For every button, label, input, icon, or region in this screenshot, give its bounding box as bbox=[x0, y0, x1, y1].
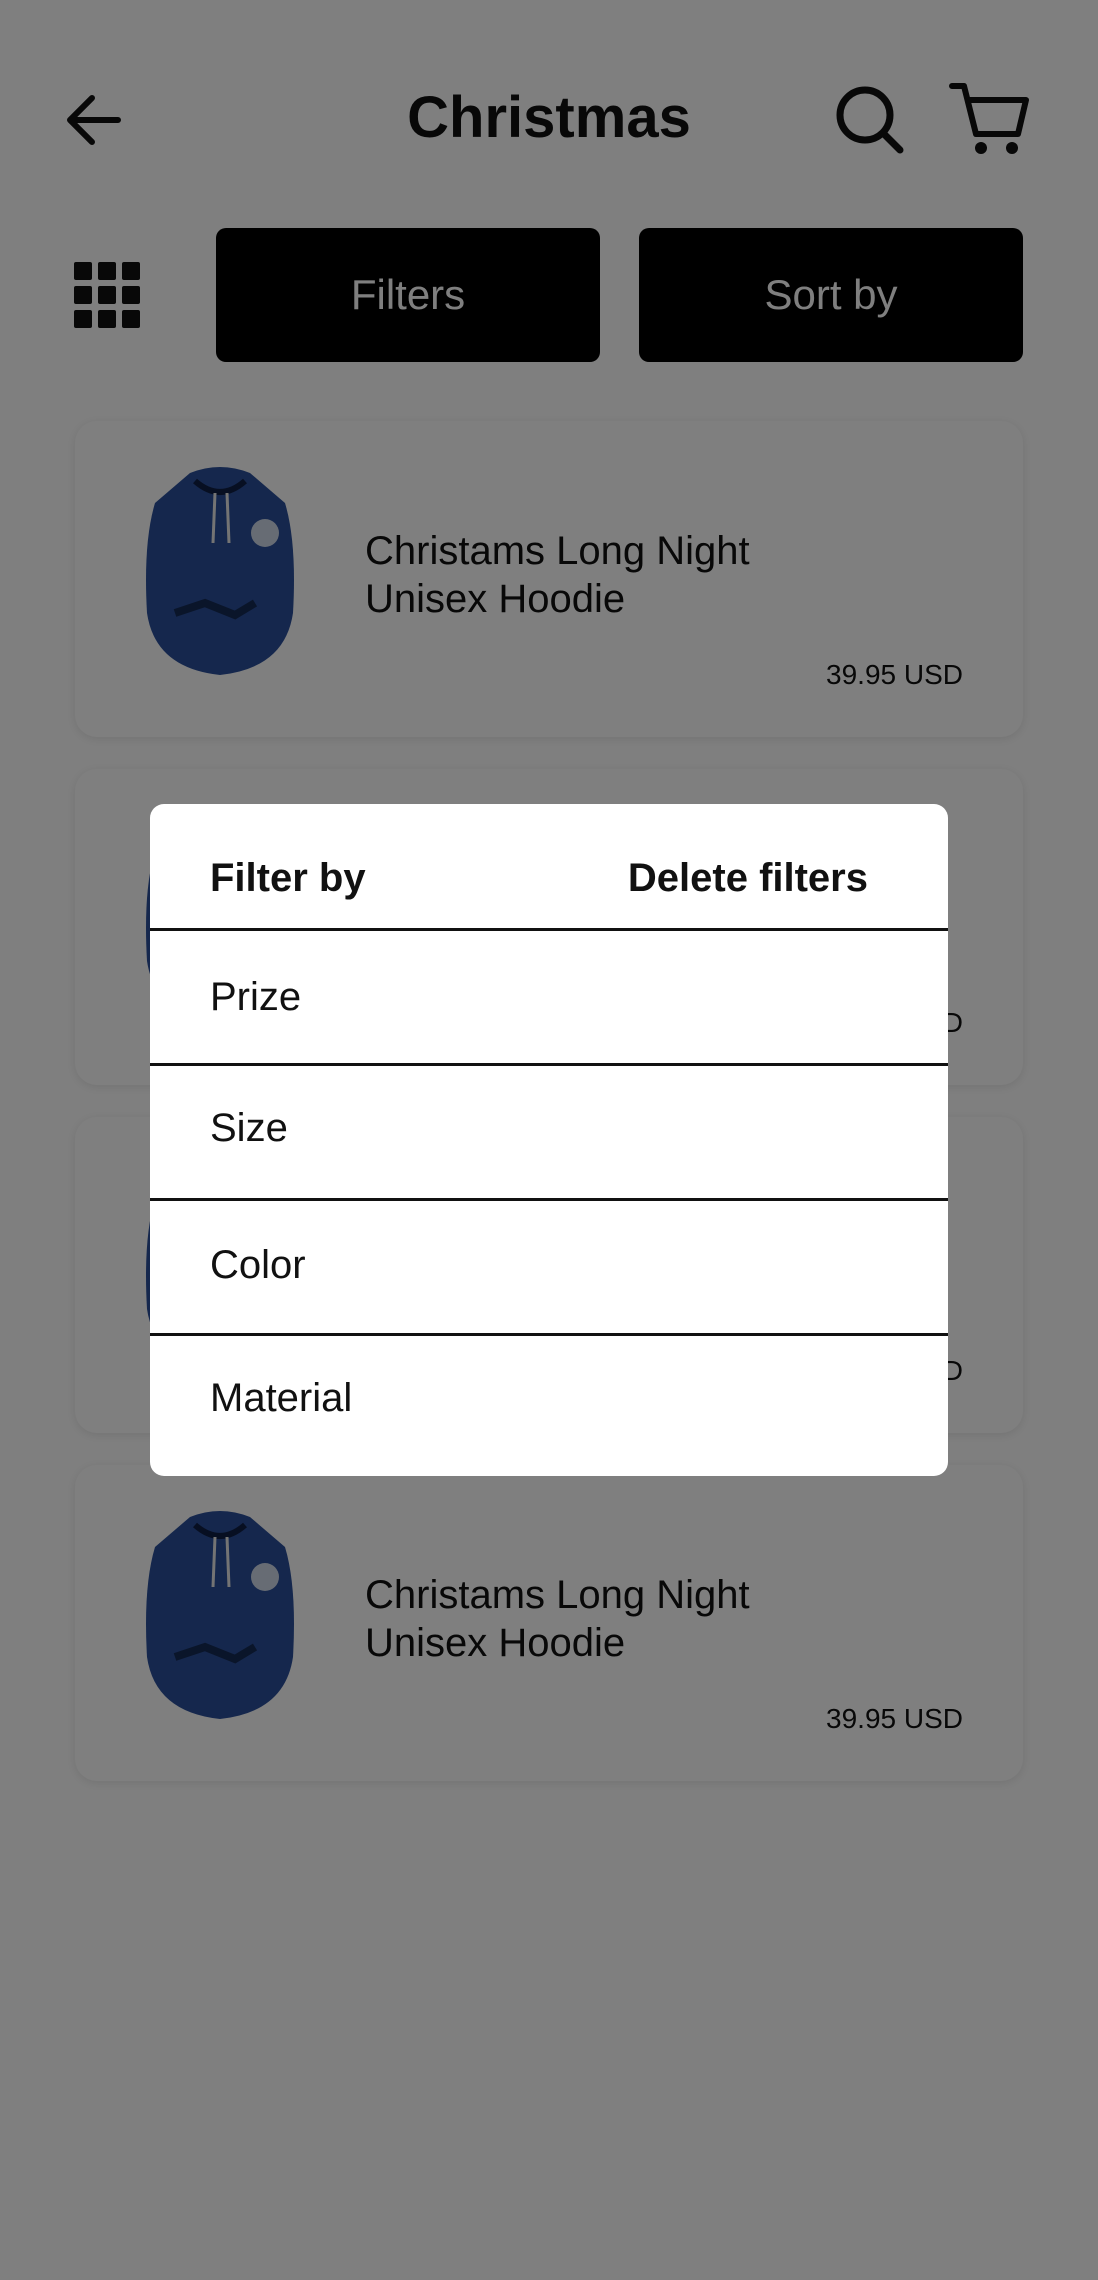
filter-option-label: Color bbox=[210, 1243, 306, 1287]
filter-option-label: Material bbox=[210, 1376, 353, 1420]
delete-filters-button[interactable]: Delete filters bbox=[628, 856, 868, 901]
filter-modal: Filter by Delete filters Prize Size Colo… bbox=[150, 804, 948, 1476]
filter-modal-header: Filter by Delete filters bbox=[150, 804, 948, 931]
screen: Christmas Filters Sort by Christam bbox=[0, 0, 1098, 2280]
filter-option-prize[interactable]: Prize bbox=[150, 931, 948, 1066]
filter-option-size[interactable]: Size bbox=[150, 1066, 948, 1201]
filter-modal-title: Filter by bbox=[210, 856, 366, 900]
filter-option-label: Prize bbox=[210, 975, 302, 1019]
filter-option-material[interactable]: Material bbox=[150, 1336, 948, 1476]
filter-option-label: Size bbox=[210, 1106, 288, 1150]
filter-option-color[interactable]: Color bbox=[150, 1201, 948, 1336]
